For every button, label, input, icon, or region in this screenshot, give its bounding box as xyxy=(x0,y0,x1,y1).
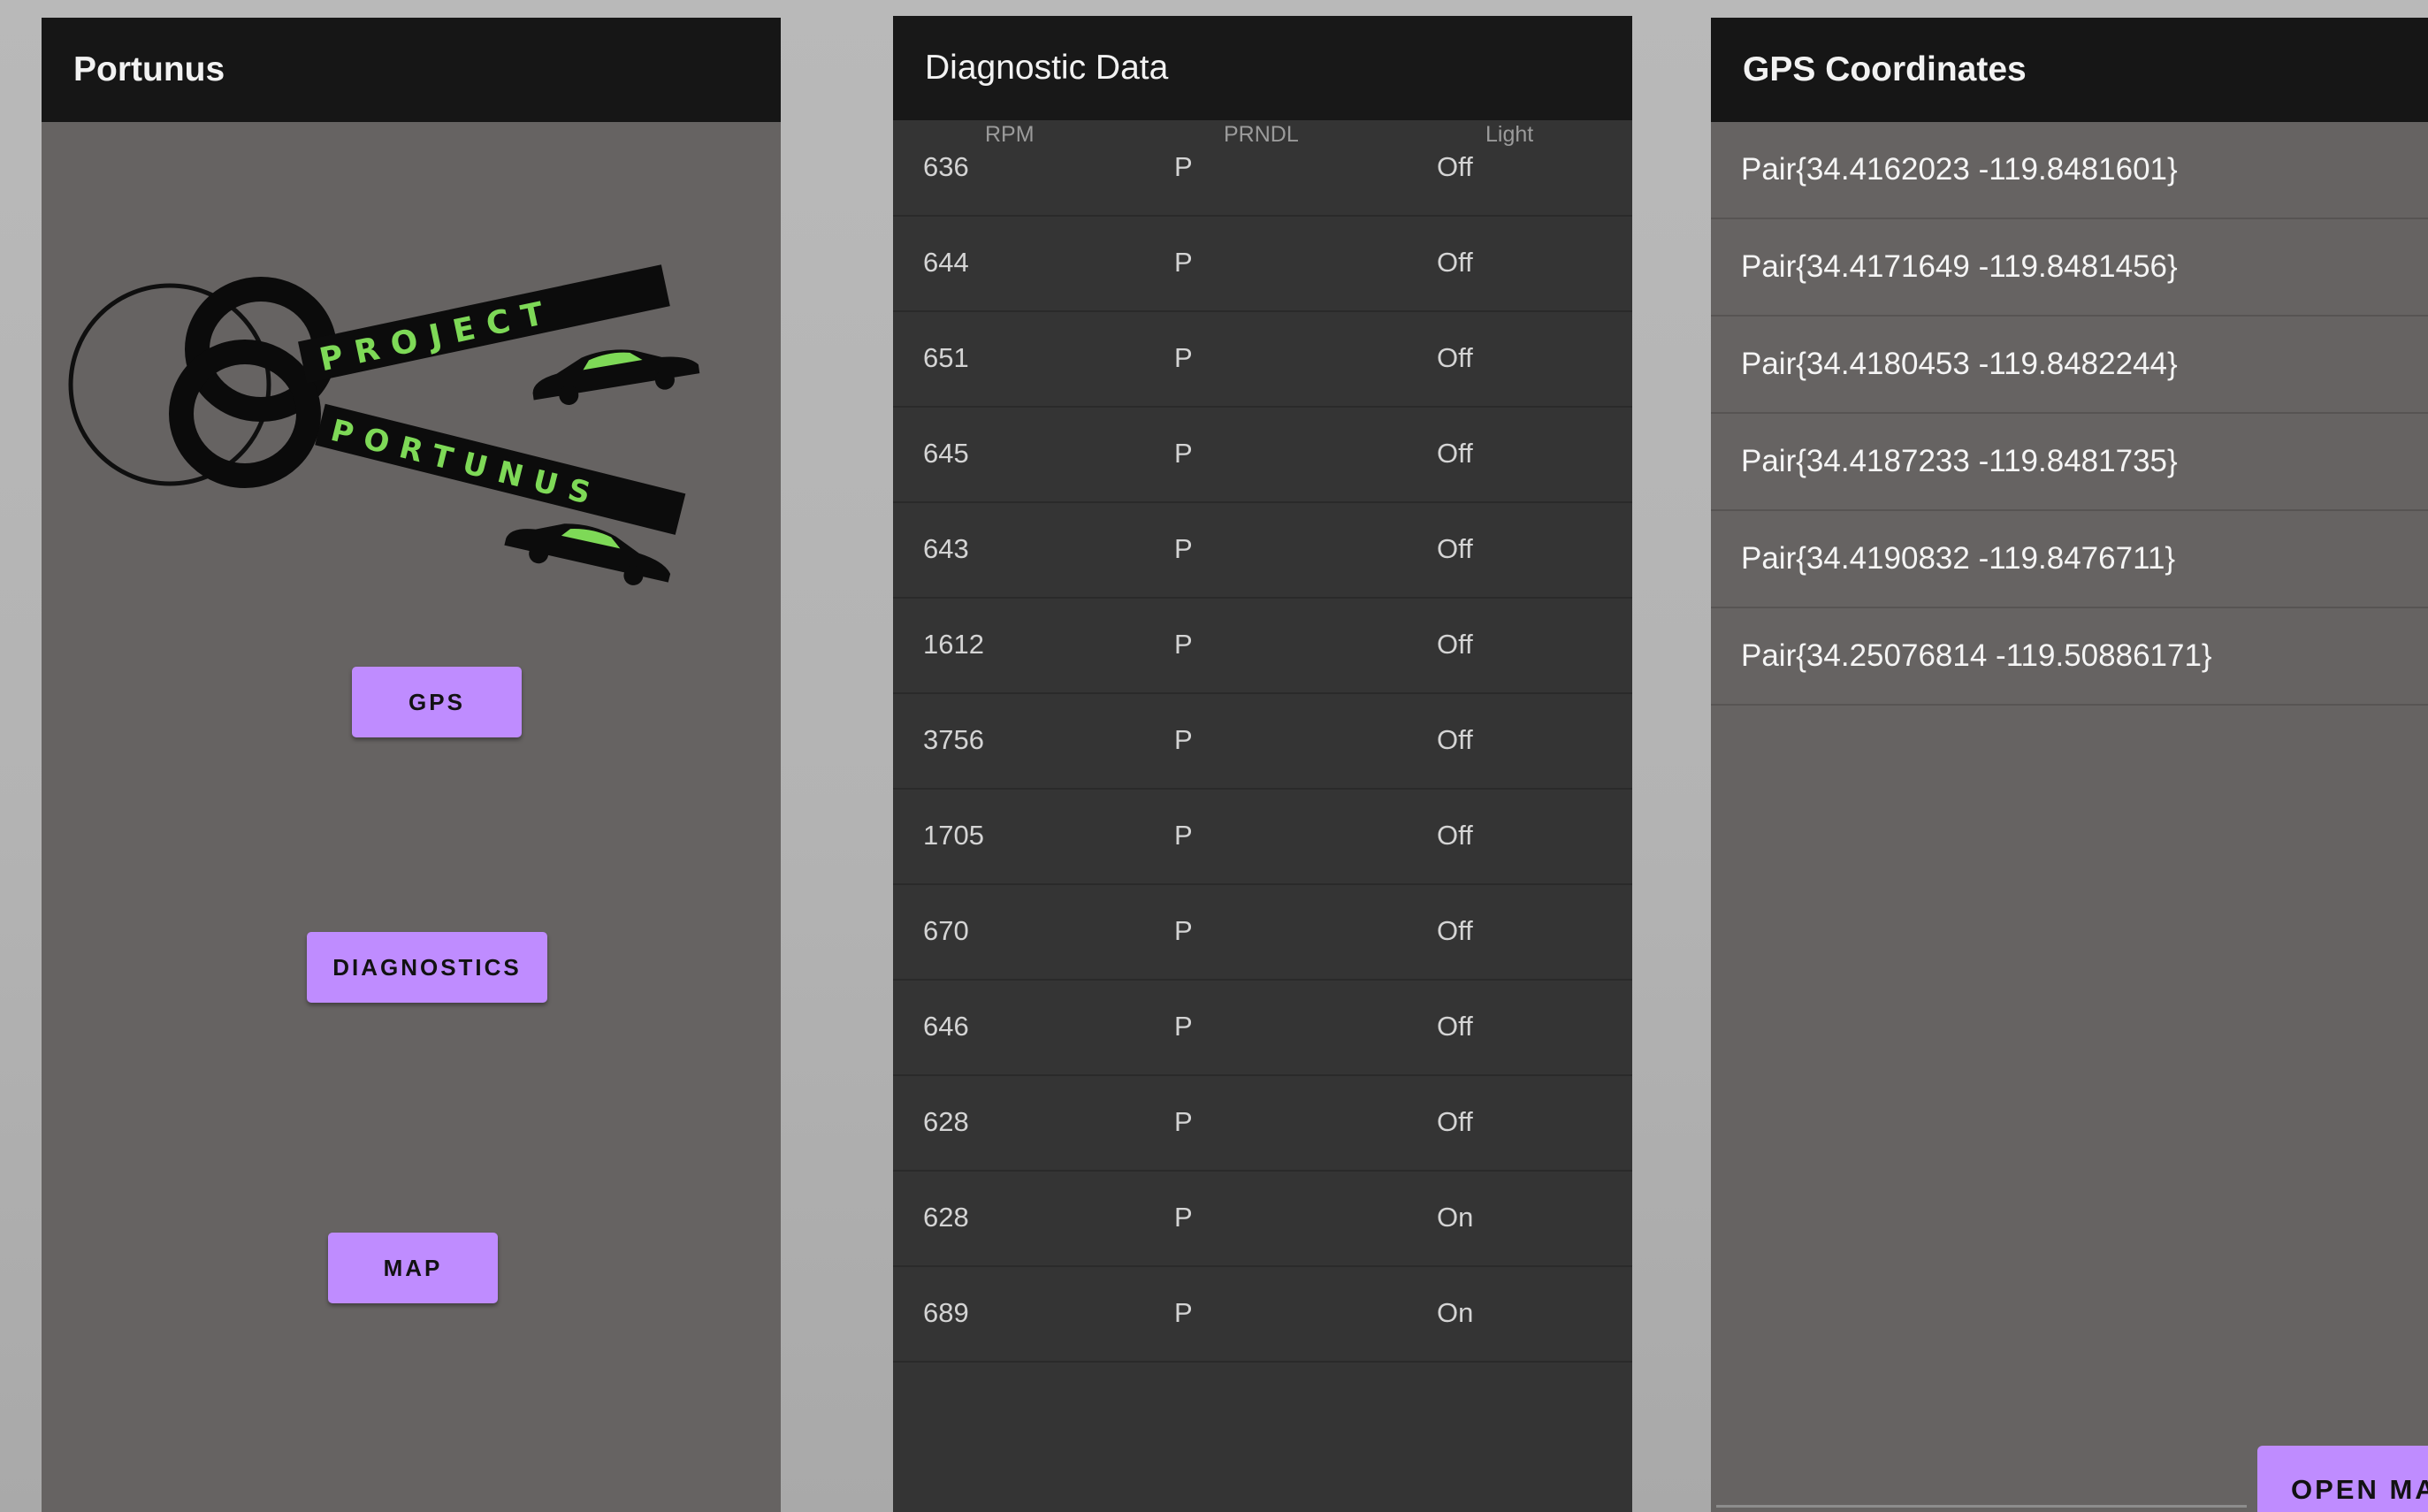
diagnostics-list[interactable]: 636 P Off 644 P Off 651 P Off 645 P Off 643 P Off 1612 P… xyxy=(893,121,1632,1363)
prndl-value: P xyxy=(1174,1202,1193,1233)
rpm-value: 644 xyxy=(923,247,969,278)
column-header-rpm: RPM xyxy=(985,122,1035,147)
light-value: Off xyxy=(1437,533,1473,564)
gps-coordinates-list[interactable]: Pair{34.4162023 -119.8481601} Pair{34.417… xyxy=(1711,122,2428,706)
table-row[interactable]: 628 P On xyxy=(893,1172,1632,1267)
table-row[interactable]: 645 P Off xyxy=(893,408,1632,503)
table-row[interactable]: 1612 P Off xyxy=(893,599,1632,694)
list-item[interactable]: Pair{34.4190832 -119.8476711} xyxy=(1711,511,2428,608)
prndl-value: P xyxy=(1174,915,1193,946)
table-row[interactable]: 670 P Off xyxy=(893,885,1632,981)
rpm-value: 645 xyxy=(923,438,969,469)
table-row[interactable]: 1705 P Off xyxy=(893,790,1632,885)
light-value: Off xyxy=(1437,1106,1473,1137)
table-row[interactable]: 644 P Off xyxy=(893,217,1632,312)
light-value: Off xyxy=(1437,820,1473,851)
rpm-value: 636 xyxy=(923,151,969,182)
rpm-value: 643 xyxy=(923,533,969,564)
table-row[interactable]: 628 P Off xyxy=(893,1076,1632,1172)
prndl-value: P xyxy=(1174,151,1193,182)
diagnostics-title: Diagnostic Data xyxy=(925,49,1169,87)
light-value: On xyxy=(1437,1202,1474,1233)
prndl-value: P xyxy=(1174,1106,1193,1137)
home-screen: Portunus PROJECT PORTUNUS GPS DIAGNOSTIC… xyxy=(42,18,781,1512)
light-value: Off xyxy=(1437,629,1473,660)
car-icon xyxy=(532,349,700,405)
table-row[interactable]: 3756 P Off xyxy=(893,694,1632,790)
diagnostics-screen: Diagnostic Data 636 P Off 644 P Off 651 P Off 645… xyxy=(893,16,1632,1512)
rpm-value: 1705 xyxy=(923,820,984,851)
prndl-value: P xyxy=(1174,342,1193,373)
column-header-prndl: PRNDL xyxy=(1224,122,1299,147)
list-item[interactable]: Pair{34.4180453 -119.8482244} xyxy=(1711,317,2428,414)
diagnostics-app-bar: Diagnostic Data xyxy=(893,16,1632,120)
map-button[interactable]: MAP xyxy=(328,1233,498,1303)
home-app-bar: Portunus xyxy=(42,18,781,122)
rpm-value: 646 xyxy=(923,1011,969,1042)
open-map-button[interactable]: OPEN MAP xyxy=(2257,1446,2428,1512)
rpm-value: 651 xyxy=(923,342,969,373)
diagnostics-button[interactable]: DIAGNOSTICS xyxy=(307,932,547,1003)
light-value: Off xyxy=(1437,915,1473,946)
light-value: On xyxy=(1437,1297,1474,1328)
rpm-value: 628 xyxy=(923,1106,969,1137)
table-row[interactable]: 651 P Off xyxy=(893,312,1632,408)
gps-button[interactable]: GPS xyxy=(352,667,522,737)
table-row[interactable]: 643 P Off xyxy=(893,503,1632,599)
gps-app-bar: GPS Coordinates xyxy=(1711,18,2428,122)
light-value: Off xyxy=(1437,1011,1473,1042)
list-item[interactable]: Pair{34.25076814 -119.50886171} xyxy=(1711,608,2428,706)
prndl-value: P xyxy=(1174,820,1193,851)
light-value: Off xyxy=(1437,342,1473,373)
column-header-light: Light xyxy=(1485,122,1534,147)
table-row[interactable]: 689 P On xyxy=(893,1267,1632,1363)
list-item[interactable]: Pair{34.4162023 -119.8481601} xyxy=(1711,122,2428,219)
rpm-value: 670 xyxy=(923,915,969,946)
list-item[interactable]: Pair{34.4171649 -119.8481456} xyxy=(1711,219,2428,317)
rpm-value: 1612 xyxy=(923,629,984,660)
logo-text-project: PROJECT xyxy=(317,294,559,379)
light-value: Off xyxy=(1437,247,1473,278)
prndl-value: P xyxy=(1174,247,1193,278)
prndl-value: P xyxy=(1174,629,1193,660)
rpm-value: 628 xyxy=(923,1202,969,1233)
gps-screen: GPS Coordinates Pair{34.4162023 -119.848… xyxy=(1711,18,2428,1512)
rpm-value: 689 xyxy=(923,1297,969,1328)
light-value: Off xyxy=(1437,151,1473,182)
home-title: Portunus xyxy=(73,50,225,88)
prndl-value: P xyxy=(1174,438,1193,469)
input-underline xyxy=(1716,1505,2247,1508)
light-value: Off xyxy=(1437,724,1473,755)
prndl-value: P xyxy=(1174,1297,1193,1328)
gps-title: GPS Coordinates xyxy=(1743,50,2027,88)
prndl-value: P xyxy=(1174,533,1193,564)
list-item[interactable]: Pair{34.4187233 -119.8481735} xyxy=(1711,414,2428,511)
rpm-value: 3756 xyxy=(923,724,984,755)
prndl-value: P xyxy=(1174,724,1193,755)
table-row[interactable]: 646 P Off xyxy=(893,981,1632,1076)
prndl-value: P xyxy=(1174,1011,1193,1042)
project-portunus-logo: PROJECT PORTUNUS xyxy=(68,264,700,585)
light-value: Off xyxy=(1437,438,1473,469)
